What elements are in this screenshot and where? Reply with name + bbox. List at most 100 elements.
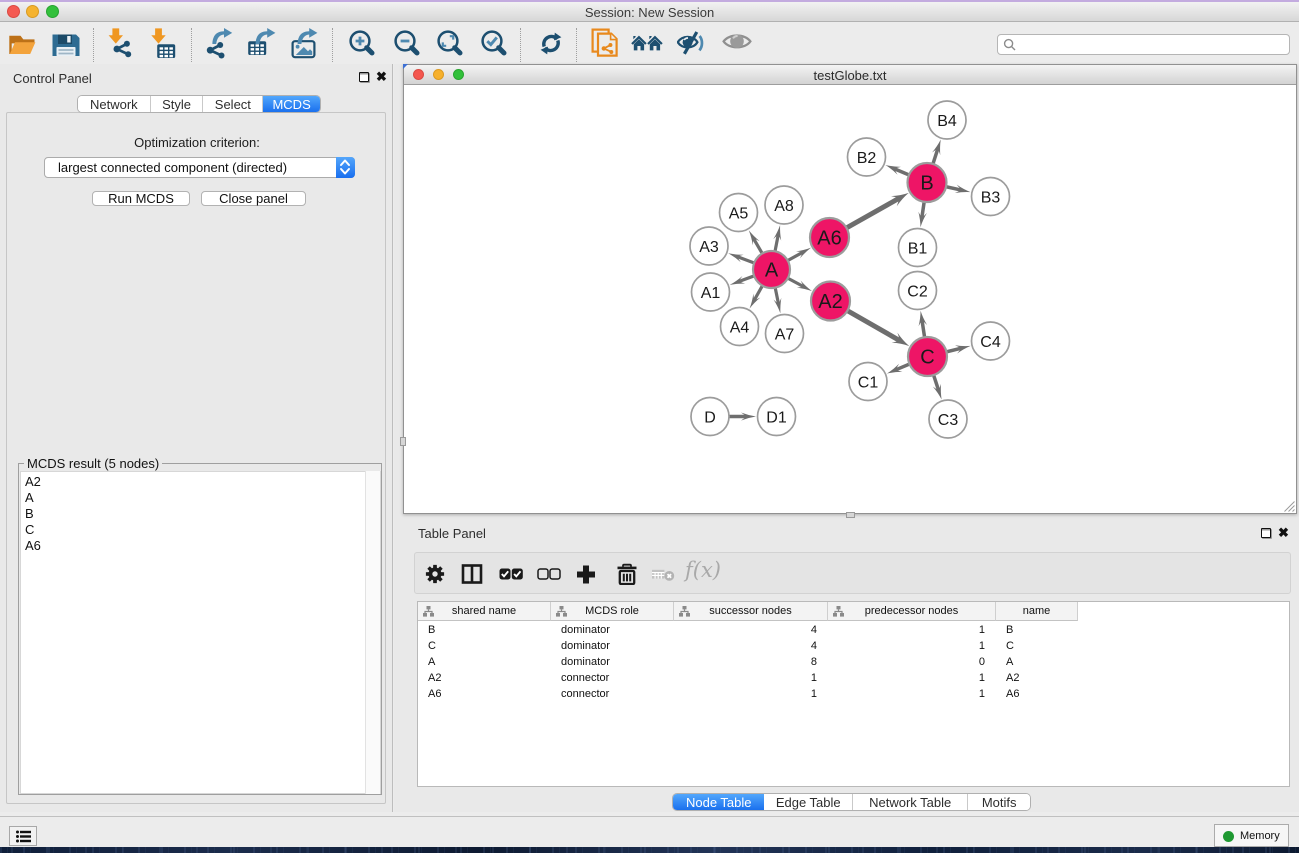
- result-item[interactable]: C: [21, 522, 380, 538]
- table-cell[interactable]: dominator: [561, 638, 674, 654]
- show-panel-icon[interactable]: [721, 28, 753, 60]
- table-cell[interactable]: A2: [1006, 670, 1078, 686]
- table-cell[interactable]: A: [428, 654, 551, 670]
- save-icon[interactable]: [49, 28, 81, 60]
- table-cell[interactable]: 1: [828, 686, 985, 702]
- table-cell[interactable]: 4: [674, 622, 817, 638]
- search-input[interactable]: [997, 34, 1290, 55]
- delete-table-icon[interactable]: [650, 563, 676, 590]
- function-builder-icon[interactable]: f(x): [685, 558, 721, 582]
- network-window-titlebar[interactable]: testGlobe.txt: [404, 65, 1296, 85]
- table-cell[interactable]: A6: [1006, 686, 1078, 702]
- result-item[interactable]: A: [21, 490, 380, 506]
- graph-node-C3[interactable]: C3: [929, 400, 967, 438]
- column-header-MCDS-role[interactable]: MCDS role: [551, 602, 674, 621]
- float-window-icon[interactable]: [359, 72, 369, 82]
- table-cell[interactable]: dominator: [561, 654, 674, 670]
- open-icon[interactable]: [4, 28, 36, 60]
- criterion-dropdown[interactable]: largest connected component (directed): [44, 157, 355, 178]
- table-cell[interactable]: 1: [828, 622, 985, 638]
- add-column-icon[interactable]: [575, 563, 601, 590]
- tab-mcds[interactable]: MCDS: [263, 96, 320, 112]
- table-cell[interactable]: 1: [674, 686, 817, 702]
- zoom-selected-icon[interactable]: [476, 28, 508, 60]
- import-network-icon[interactable]: [105, 28, 137, 60]
- zoom-out-icon[interactable]: [389, 28, 421, 60]
- result-item[interactable]: B: [21, 506, 380, 522]
- close-icon[interactable]: ✖: [1278, 528, 1289, 538]
- table-cell[interactable]: 1: [674, 670, 817, 686]
- tab-style[interactable]: Style: [151, 96, 204, 112]
- memory-button[interactable]: Memory: [1214, 824, 1289, 847]
- graph-node-A2[interactable]: A2: [811, 282, 850, 321]
- table-cell[interactable]: 0: [828, 654, 985, 670]
- graph-node-D[interactable]: D: [691, 398, 729, 436]
- show-all-icon[interactable]: [631, 28, 663, 60]
- select-all-icon[interactable]: [499, 563, 525, 590]
- graph-node-C4[interactable]: C4: [972, 322, 1010, 360]
- tab-edge-table[interactable]: Edge Table: [764, 794, 853, 810]
- hide-panel-icon[interactable]: [677, 28, 709, 60]
- import-table-icon[interactable]: [149, 28, 181, 60]
- resize-handle-left[interactable]: [400, 437, 406, 446]
- export-image-icon[interactable]: [287, 28, 319, 60]
- delete-column-icon[interactable]: [614, 563, 640, 590]
- table-cell[interactable]: 1: [828, 638, 985, 654]
- export-network-icon[interactable]: [204, 28, 236, 60]
- table-cell[interactable]: connector: [561, 686, 674, 702]
- float-window-icon[interactable]: [1261, 528, 1271, 538]
- graph-node-B4[interactable]: B4: [928, 101, 966, 139]
- tab-network-table[interactable]: Network Table: [853, 794, 968, 810]
- network-graph[interactable]: AA1A2A3A4A5A6A7A8BB1B2B3B4CC1C2C3C4DD1: [404, 86, 1296, 512]
- graph-node-A7[interactable]: A7: [766, 315, 804, 353]
- column-header-name[interactable]: name: [996, 602, 1078, 621]
- task-history-button[interactable]: [9, 826, 37, 846]
- graph-node-A[interactable]: A: [753, 251, 790, 288]
- table-cell[interactable]: B: [428, 622, 551, 638]
- split-view-icon[interactable]: [461, 563, 487, 590]
- graph-node-C[interactable]: C: [908, 337, 947, 376]
- graph-node-A4[interactable]: A4: [721, 308, 759, 346]
- column-header-shared-name[interactable]: shared name: [418, 602, 551, 621]
- close-icon[interactable]: ✖: [376, 72, 387, 82]
- table-cell[interactable]: A: [1006, 654, 1078, 670]
- tab-select[interactable]: Select: [203, 96, 263, 112]
- table-cell[interactable]: A6: [428, 686, 551, 702]
- graph-node-B1[interactable]: B1: [899, 229, 937, 267]
- scrollbar-track[interactable]: [365, 471, 380, 794]
- tab-motifs[interactable]: Motifs: [968, 794, 1030, 810]
- graph-node-A1[interactable]: A1: [692, 273, 730, 311]
- run-mcds-button[interactable]: Run MCDS: [92, 191, 190, 206]
- settings-icon[interactable]: [424, 563, 450, 590]
- column-header-successor-nodes[interactable]: successor nodes: [674, 602, 828, 621]
- table-cell[interactable]: 1: [828, 670, 985, 686]
- table-cell[interactable]: C: [428, 638, 551, 654]
- table-cell[interactable]: connector: [561, 670, 674, 686]
- zoom-in-icon[interactable]: [344, 28, 376, 60]
- graph-node-A3[interactable]: A3: [690, 227, 728, 265]
- close-panel-button[interactable]: Close panel: [201, 191, 306, 206]
- graph-node-B3[interactable]: B3: [972, 178, 1010, 216]
- graph-node-C2[interactable]: C2: [899, 272, 937, 310]
- table-cell[interactable]: 4: [674, 638, 817, 654]
- table-cell[interactable]: 8: [674, 654, 817, 670]
- tab-node-table[interactable]: Node Table: [673, 794, 764, 810]
- column-header-predecessor-nodes[interactable]: predecessor nodes: [828, 602, 996, 621]
- table-cell[interactable]: A2: [428, 670, 551, 686]
- clone-network-icon[interactable]: [588, 28, 620, 60]
- export-table-icon[interactable]: [245, 28, 277, 60]
- refresh-icon[interactable]: [535, 28, 567, 60]
- graph-node-D1[interactable]: D1: [758, 398, 796, 436]
- graph-node-B2[interactable]: B2: [848, 138, 886, 176]
- table-cell[interactable]: B: [1006, 622, 1078, 638]
- graph-node-A8[interactable]: A8: [765, 186, 803, 224]
- table-cell[interactable]: dominator: [561, 622, 674, 638]
- resize-handle-bottom[interactable]: [846, 512, 855, 518]
- table-cell[interactable]: C: [1006, 638, 1078, 654]
- zoom-fit-icon[interactable]: [432, 28, 464, 60]
- graph-node-A5[interactable]: A5: [720, 194, 758, 232]
- tab-network[interactable]: Network: [78, 96, 151, 112]
- graph-node-A6[interactable]: A6: [810, 218, 849, 257]
- mcds-result-list[interactable]: A2ABCA6: [20, 471, 381, 794]
- graph-node-B[interactable]: B: [908, 163, 947, 202]
